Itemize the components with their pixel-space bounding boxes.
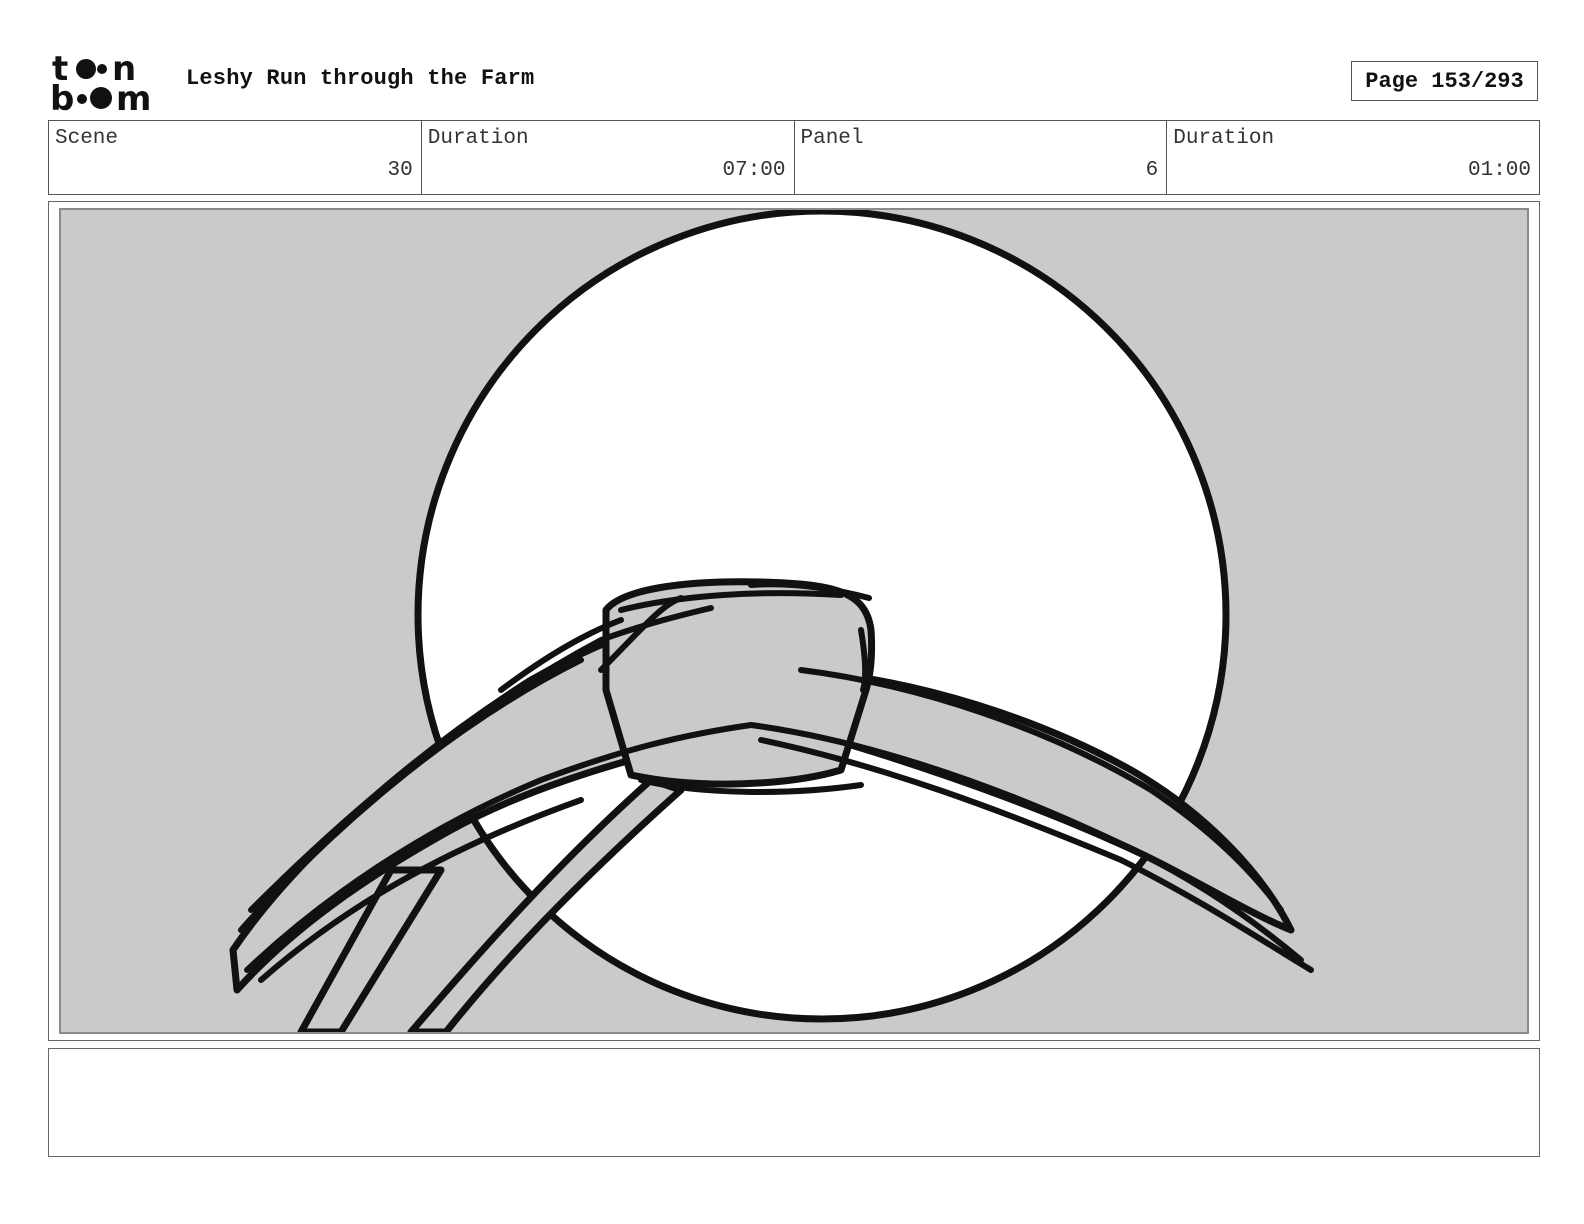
toon-boom-logo: t n b m [50, 49, 166, 119]
scene-cell: Scene 30 [49, 121, 422, 194]
scene-duration-cell: Duration 07:00 [422, 121, 795, 194]
panel-notes-box [48, 1048, 1540, 1157]
scene-label: Scene [55, 127, 119, 150]
storyboard-panel-image [59, 208, 1529, 1034]
scene-value: 30 [387, 159, 413, 182]
panel-label: Panel [800, 127, 864, 150]
panel-duration-label: Duration [1173, 127, 1275, 150]
document-title: Leshy Run through the Farm [186, 66, 535, 91]
svg-text:b: b [50, 79, 74, 114]
page-indicator: Page 153/293 [1351, 61, 1538, 101]
panel-duration-value: 01:00 [1467, 159, 1531, 182]
panel-cell: Panel 6 [795, 121, 1168, 194]
scene-duration-value: 07:00 [722, 159, 786, 182]
panel-sketch [229, 210, 1314, 1032]
scene-duration-label: Duration [427, 127, 529, 150]
svg-text:m: m [116, 79, 151, 114]
panel-value: 6 [1145, 159, 1159, 182]
panel-info-table: Scene 30 Duration 07:00 Panel 6 Duration… [48, 120, 1540, 195]
panel-duration-cell: Duration 01:00 [1167, 121, 1539, 194]
